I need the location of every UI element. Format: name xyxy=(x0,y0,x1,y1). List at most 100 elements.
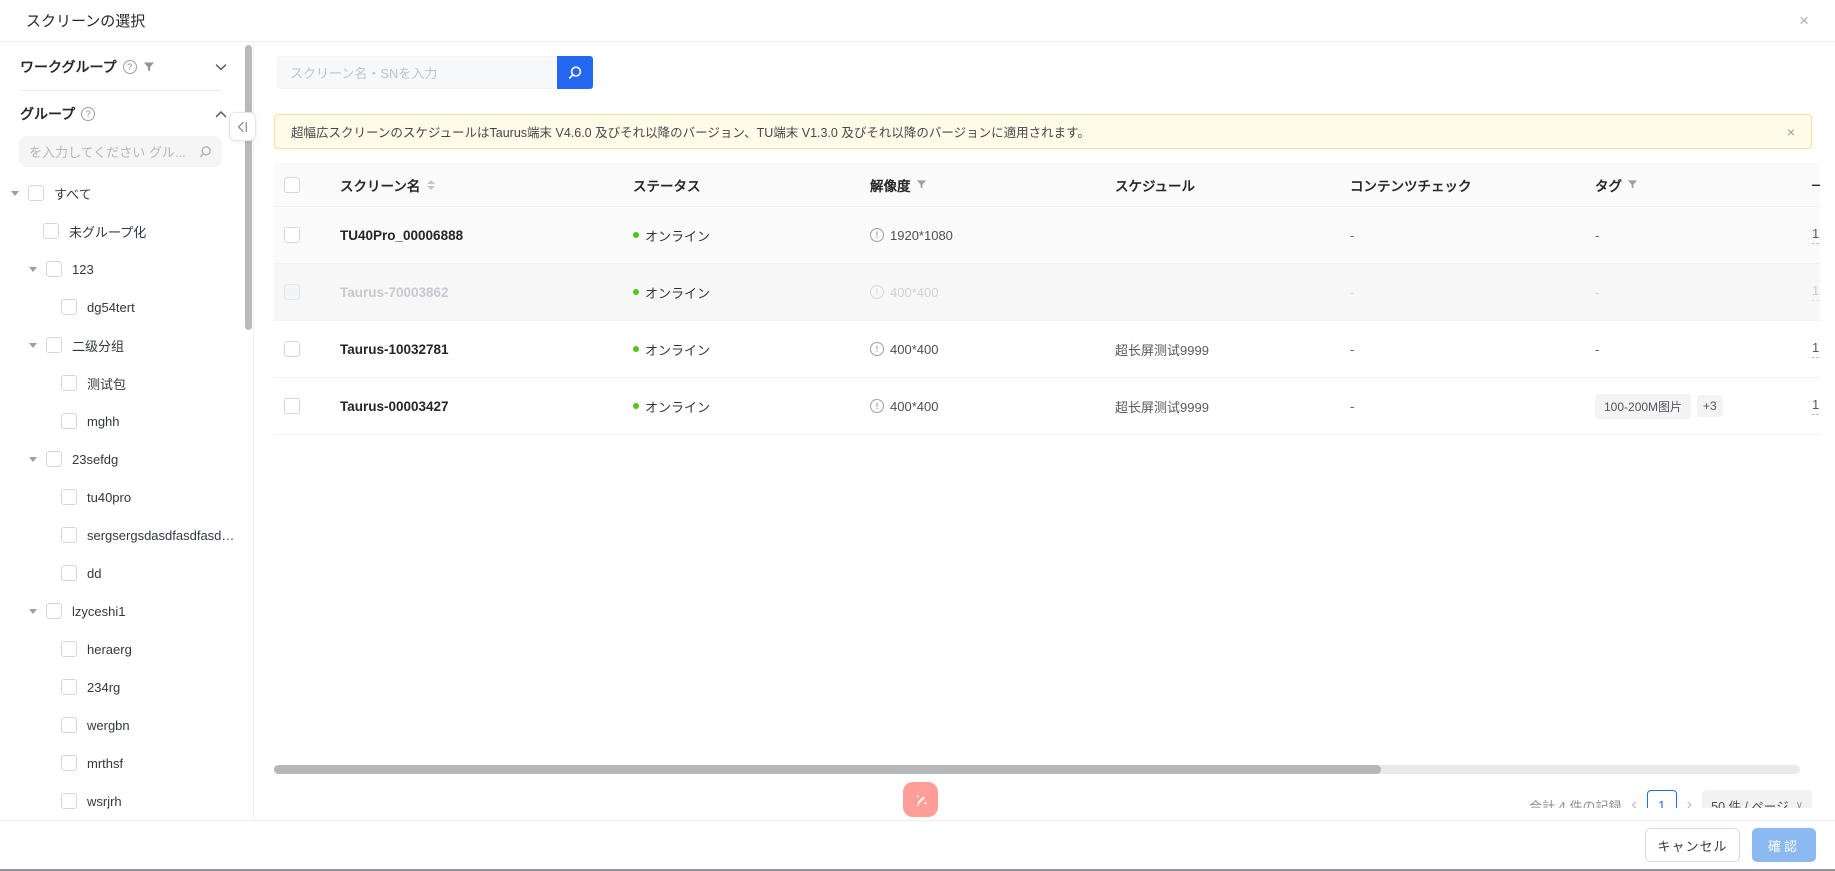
tree-item-label: tu40pro xyxy=(87,490,131,505)
help-icon[interactable]: ? xyxy=(81,107,95,121)
tree-checkbox[interactable] xyxy=(61,527,77,543)
column-screen-name[interactable]: スクリーン名 xyxy=(324,163,617,206)
tree-checkbox[interactable] xyxy=(28,185,44,201)
tree-item-label: heraerg xyxy=(87,642,132,657)
alert-close-icon[interactable]: × xyxy=(1787,125,1795,139)
tree-checkbox[interactable] xyxy=(61,679,77,695)
next-page-icon[interactable]: › xyxy=(1687,797,1692,808)
tree-item[interactable]: dg54tert xyxy=(0,288,245,326)
tree-item-label: 未グループ化 xyxy=(69,222,146,241)
status-dot xyxy=(633,346,639,352)
close-icon[interactable]: × xyxy=(1799,12,1809,29)
tree-item[interactable]: lzyceshi1 xyxy=(0,592,245,630)
tree-item[interactable]: 123 xyxy=(0,250,245,288)
tree-item[interactable]: mrthsf xyxy=(0,744,245,782)
workgroup-section-header[interactable]: ワークグループ ? xyxy=(20,55,227,79)
tree-item[interactable]: sergsergsdasdfasdfasdfas... xyxy=(0,516,245,554)
group-section-header[interactable]: グループ ? xyxy=(20,102,227,126)
table-row[interactable]: Taurus-10032781 オンライン !400*400 超长屏测试9999… xyxy=(274,321,1820,378)
tree-checkbox[interactable] xyxy=(46,261,62,277)
current-page-button[interactable]: 1 xyxy=(1647,790,1677,808)
tree-item[interactable]: mghh xyxy=(0,402,245,440)
table-row[interactable]: TU40Pro_00006888 オンライン !1920*1080 - - 1 xyxy=(274,207,1820,264)
tree-checkbox[interactable] xyxy=(46,337,62,353)
tree-item[interactable]: 234rg xyxy=(0,668,245,706)
screen-search-input[interactable]: スクリーン名・SNを入力 xyxy=(277,56,557,89)
filter-funnel-icon[interactable] xyxy=(916,179,927,190)
table-row[interactable]: Taurus-00003427 オンライン !400*400 超长屏测试9999… xyxy=(274,378,1820,435)
caret-down-icon[interactable] xyxy=(11,191,19,196)
tree-item[interactable]: 测试包 xyxy=(0,364,245,402)
caret-down-icon[interactable] xyxy=(29,457,37,462)
tree-item-ungrouped[interactable]: 未グループ化 xyxy=(0,212,245,250)
tree-checkbox[interactable] xyxy=(61,793,77,809)
row-checkbox[interactable] xyxy=(284,341,300,357)
filter-funnel-icon[interactable] xyxy=(1627,179,1638,190)
tree-item-label: dd xyxy=(87,566,101,581)
tree-checkbox[interactable] xyxy=(46,451,62,467)
resolution-info-icon[interactable]: ! xyxy=(870,228,884,242)
select-caret-icon: ∨ xyxy=(1796,800,1803,809)
tree-item[interactable]: 二级分组 xyxy=(0,326,245,364)
sidebar-collapse-button[interactable] xyxy=(229,112,256,141)
status-dot xyxy=(633,232,639,238)
help-icon[interactable]: ? xyxy=(123,60,137,74)
tag-chip[interactable]: 100-200M图片 xyxy=(1595,394,1691,419)
tree-item-label: 测试包 xyxy=(87,374,126,393)
tree-item-all[interactable]: すべて xyxy=(0,174,245,212)
count-link[interactable]: 1 xyxy=(1812,397,1819,415)
count-link[interactable]: 1 xyxy=(1812,226,1819,244)
prev-page-icon[interactable]: ‹ xyxy=(1631,797,1636,808)
column-schedule: スケジュール xyxy=(1099,163,1334,206)
tree-checkbox[interactable] xyxy=(61,717,77,733)
column-resolution[interactable]: 解像度 xyxy=(854,163,1099,206)
group-search-placeholder: を入力してください グル... xyxy=(29,142,192,161)
search-button[interactable] xyxy=(557,56,593,89)
tree-checkbox[interactable] xyxy=(61,489,77,505)
horizontal-scrollbar-thumb[interactable] xyxy=(274,765,1381,774)
tree-checkbox[interactable] xyxy=(61,565,77,581)
caret-down-icon[interactable] xyxy=(29,267,37,272)
horizontal-scrollbar-track[interactable] xyxy=(274,765,1800,774)
cancel-button[interactable]: キャンセル xyxy=(1645,828,1740,862)
caret-down-icon[interactable] xyxy=(29,343,37,348)
sort-icon[interactable] xyxy=(427,180,435,190)
confirm-button[interactable]: 確認 xyxy=(1752,828,1816,862)
tree-checkbox[interactable] xyxy=(61,375,77,391)
chevron-up-icon[interactable] xyxy=(215,110,227,119)
tree-item[interactable]: dd xyxy=(0,554,245,592)
group-search-input[interactable]: を入力してください グル... xyxy=(19,136,222,167)
group-sidebar: ワークグループ ? グループ ? を入力してください グル... すべて xyxy=(0,43,254,820)
filter-funnel-icon[interactable] xyxy=(143,61,155,73)
tree-item-label: すべて xyxy=(54,184,92,203)
screen-table: スクリーン名 ステータス 解像度 スケジュール コンテンツチェック タグ — xyxy=(274,163,1820,435)
tag-more-chip[interactable]: +3 xyxy=(1697,395,1723,417)
tree-item-label: 123 xyxy=(72,262,94,277)
chevron-down-icon[interactable] xyxy=(215,63,227,72)
tree-checkbox[interactable] xyxy=(46,603,62,619)
row-checkbox xyxy=(284,284,300,300)
tree-item[interactable]: wsrjrh xyxy=(0,782,245,820)
resolution-info-icon[interactable]: ! xyxy=(870,399,884,413)
column-tag[interactable]: タグ xyxy=(1579,163,1791,206)
tree-item[interactable]: tu40pro xyxy=(0,478,245,516)
tree-checkbox[interactable] xyxy=(61,299,77,315)
tree-checkbox[interactable] xyxy=(61,755,77,771)
tree-item[interactable]: heraerg xyxy=(0,630,245,668)
tree-item-label: mghh xyxy=(87,414,120,429)
row-checkbox[interactable] xyxy=(284,398,300,414)
tree-checkbox[interactable] xyxy=(43,223,59,239)
schedule-cell: 超长屏测试9999 xyxy=(1099,378,1334,434)
ai-assistant-button[interactable] xyxy=(903,782,938,817)
tree-item[interactable]: wergbn xyxy=(0,706,245,744)
caret-down-icon[interactable] xyxy=(29,609,37,614)
tree-item[interactable]: 23sefdg xyxy=(0,440,245,478)
tree-checkbox[interactable] xyxy=(61,413,77,429)
count-link[interactable]: 1 xyxy=(1812,340,1819,358)
select-all-checkbox[interactable] xyxy=(284,177,300,193)
resolution-info-icon[interactable]: ! xyxy=(870,342,884,356)
tree-checkbox[interactable] xyxy=(61,641,77,657)
sidebar-scrollbar[interactable] xyxy=(245,45,252,330)
page-size-select[interactable]: 50 件 / ページ ∨ xyxy=(1702,790,1812,808)
row-checkbox[interactable] xyxy=(284,227,300,243)
